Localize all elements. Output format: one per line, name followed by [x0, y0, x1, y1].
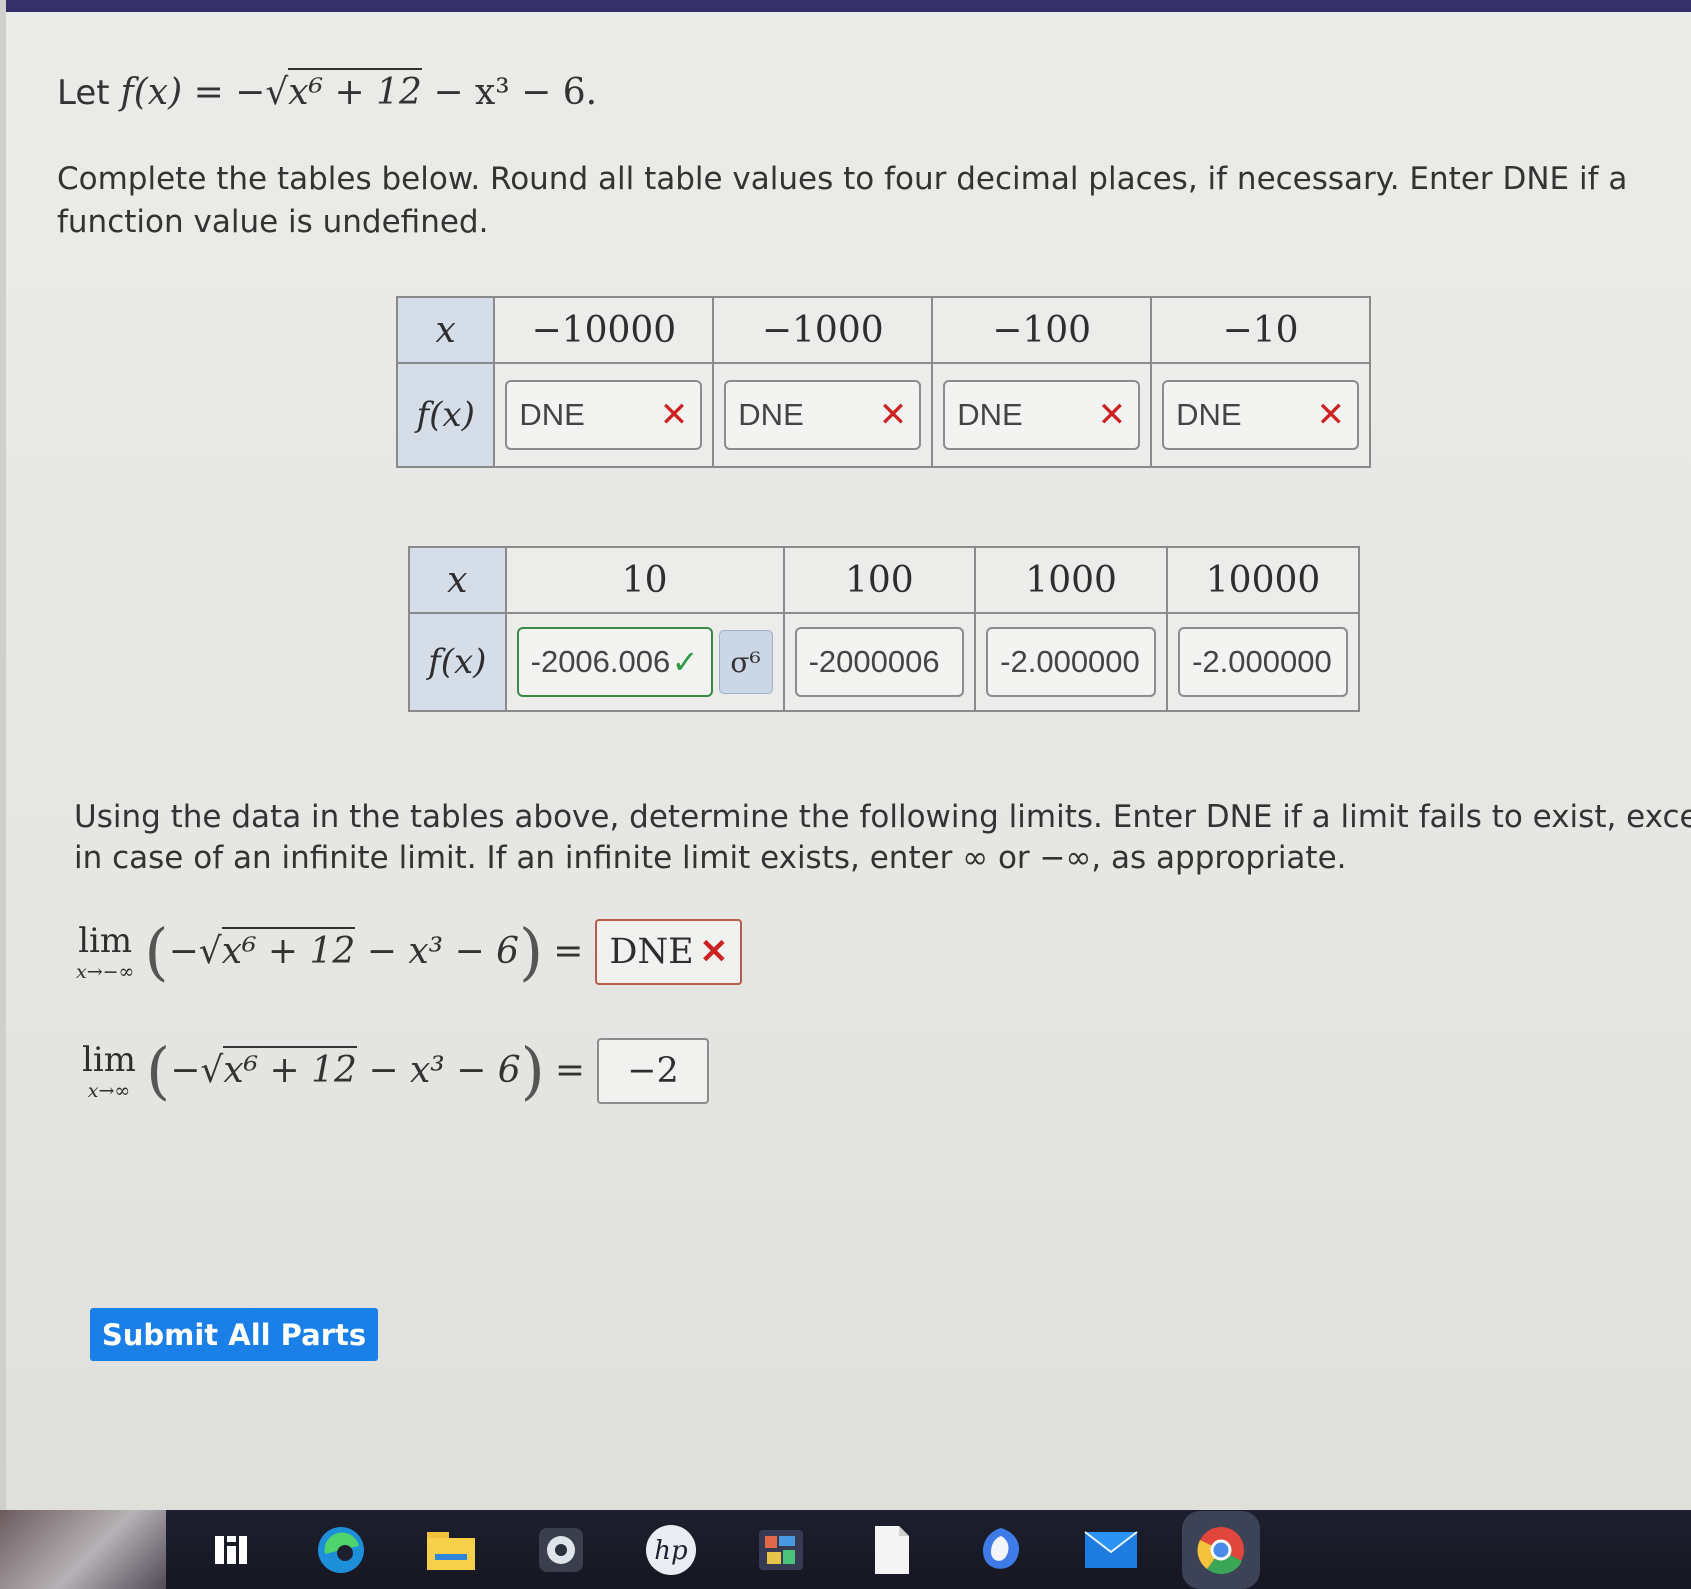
limit-row-neg-infinity: lim x→−∞ ( −√x⁶ + 12 − x³ − 6 ) = DNE ✕ — [76, 915, 743, 988]
notepad-icon[interactable] — [862, 1521, 920, 1579]
fx-answer-input[interactable]: DNE ✕ — [1162, 380, 1359, 450]
edge-icon[interactable] — [312, 1521, 370, 1579]
limit-instructions: Using the data in the tables above, dete… — [74, 799, 1691, 876]
fx-header: f(x) — [395, 362, 496, 468]
limit-expression: −√x⁶ + 12 − x³ − 6 — [169, 927, 519, 972]
fx-answer-input[interactable]: -2.000000 — [1178, 627, 1348, 697]
incorrect-icon: ✕ — [878, 396, 908, 434]
submit-all-parts-button[interactable]: Submit All Parts — [90, 1308, 378, 1361]
x-value: 100 — [782, 546, 977, 614]
copilot-icon[interactable] — [972, 1521, 1030, 1579]
hp-icon[interactable]: hp — [642, 1521, 700, 1579]
limit-answer-input[interactable]: DNE ✕ — [595, 918, 743, 985]
x-header: x — [395, 296, 496, 364]
task-view-icon[interactable] — [202, 1521, 260, 1579]
x-value: −1000 — [712, 296, 934, 364]
fx-answer-input[interactable]: -2006.006 ✓ — [516, 627, 713, 697]
math-keypad-button[interactable]: σ⁶ — [718, 630, 773, 694]
fx-header: f(x) — [408, 612, 507, 712]
x-value: 10 — [504, 546, 785, 614]
positive-values-table: x 10 100 1000 10000 f(x) -2006.006 ✓ σ⁶ … — [408, 546, 1360, 712]
widgets-button[interactable] — [0, 1510, 166, 1589]
limit-operator: lim x→−∞ — [76, 920, 135, 983]
file-explorer-icon[interactable] — [422, 1521, 480, 1579]
fx-answer-input[interactable]: DNE ✕ — [505, 380, 703, 450]
incorrect-icon: ✕ — [1097, 396, 1127, 434]
svg-text:hp: hp — [654, 1536, 688, 1566]
limit-row-pos-infinity: lim x→∞ ( −√x⁶ + 12 − x³ − 6 ) = −2 — [82, 1034, 710, 1107]
x-value: −10000 — [493, 296, 715, 364]
x-value: 10000 — [1166, 546, 1360, 614]
chrome-icon[interactable] — [1192, 1520, 1250, 1579]
keypad-icon: σ⁶ — [730, 645, 761, 679]
fx-answer-input[interactable]: DNE ✕ — [943, 380, 1141, 450]
limit-answer-input[interactable]: −2 — [597, 1037, 710, 1104]
x-value: −10 — [1150, 296, 1371, 364]
fx-answer-input[interactable]: DNE ✕ — [724, 380, 922, 450]
windows-taskbar: hp — [0, 1510, 1691, 1589]
table-instructions: Complete the tables below. Round all tab… — [57, 161, 1628, 240]
limit-operator: lim x→∞ — [82, 1039, 136, 1102]
incorrect-icon: ✕ — [659, 396, 689, 434]
negative-values-table: x −10000 −1000 −100 −10 f(x) DNE ✕ DNE ✕ D… — [395, 296, 1371, 468]
incorrect-icon: ✕ — [699, 931, 729, 972]
x-value: 1000 — [974, 546, 1169, 614]
incorrect-icon: ✕ — [1316, 396, 1346, 434]
x-header: x — [408, 546, 507, 614]
correct-check-icon: ✓ — [671, 644, 699, 680]
problem-statement: Let f(x) = −√x⁶ + 12 − x³ − 6. — [57, 68, 597, 113]
limit-expression: −√x⁶ + 12 − x³ − 6 — [170, 1046, 521, 1091]
fx-answer-input[interactable]: -2.000000 — [986, 627, 1157, 697]
radicand: x⁶ + 12 — [288, 68, 422, 113]
function-name: f(x) — [120, 72, 183, 113]
browser-top-bar — [0, 0, 1691, 12]
photos-icon[interactable] — [752, 1521, 810, 1579]
x-value: −100 — [931, 296, 1153, 364]
webcam-icon[interactable] — [532, 1521, 590, 1579]
mail-icon[interactable] — [1082, 1521, 1140, 1579]
fx-answer-input[interactable]: -2000006 — [794, 627, 965, 697]
